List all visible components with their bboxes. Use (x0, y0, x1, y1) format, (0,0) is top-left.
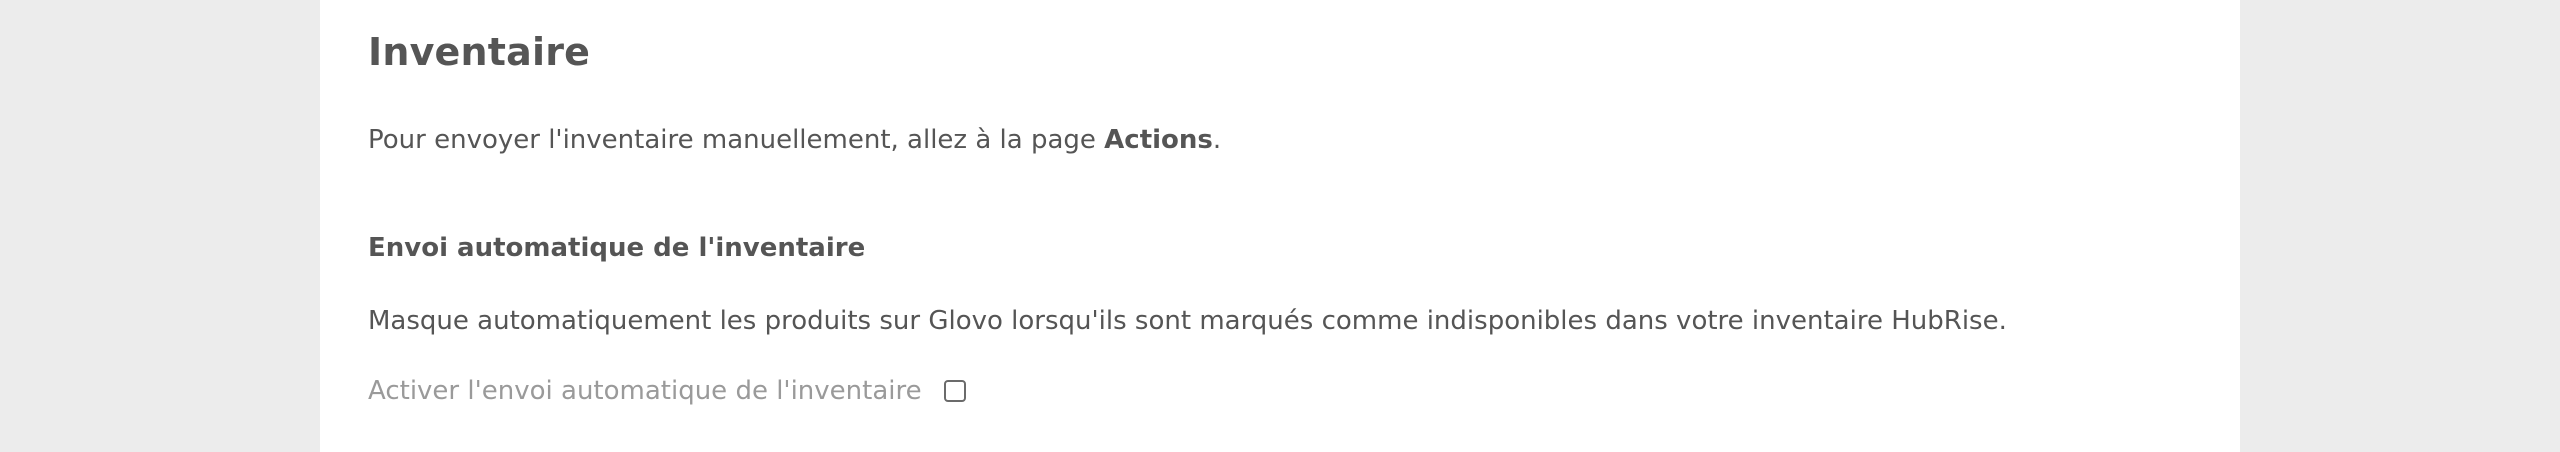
auto-send-description: Masque automatiquement les produits sur … (368, 306, 2007, 336)
inventory-title: Inventaire (368, 30, 591, 74)
settings-panel: Inventaire Pour envoyer l'inventaire man… (320, 0, 2240, 452)
auto-send-toggle-row[interactable]: Activer l'envoi automatique de l'inventa… (368, 376, 966, 406)
intro-suffix: . (1212, 125, 1222, 155)
inventory-intro: Pour envoyer l'inventaire manuellement, … (368, 125, 1221, 155)
auto-send-title: Envoi automatique de l'inventaire (368, 233, 866, 263)
intro-text: Pour envoyer l'inventaire manuellement, … (368, 125, 1105, 155)
actions-page-reference: Actions (1104, 125, 1213, 155)
auto-send-checkbox[interactable] (943, 380, 966, 402)
auto-send-toggle-label: Activer l'envoi automatique de l'inventa… (368, 376, 922, 406)
